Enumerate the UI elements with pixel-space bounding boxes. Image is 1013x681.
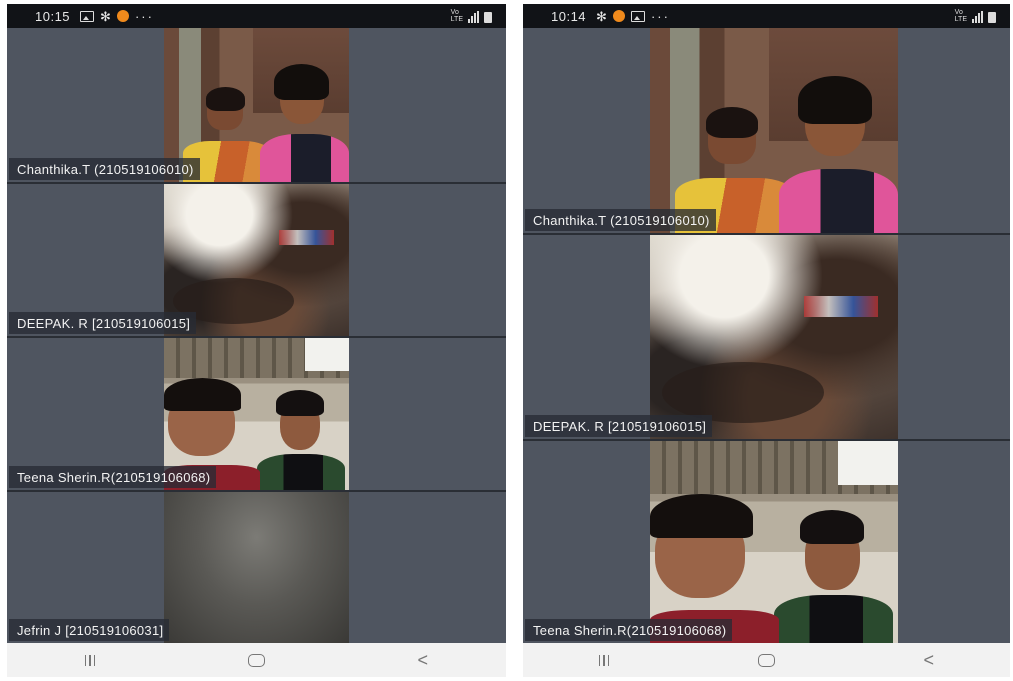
battery-icon [988, 12, 996, 23]
participant-tile[interactable]: Teena Sherin.R(210519106068) [523, 441, 1010, 643]
participant-name: DEEPAK. R [210519106015] [9, 312, 197, 334]
notification-dot-icon [116, 10, 129, 22]
back-button[interactable]: < [403, 648, 443, 672]
phone-screen-left: 10:15 ✻ ··· Vo LTE Chanthika.T (210519106… [7, 4, 506, 677]
lte-icon: Vo LTE [450, 9, 463, 23]
more-dots-icon: ··· [650, 8, 670, 24]
navigation-bar: < [523, 643, 1010, 677]
participant-name: Chanthika.T (210519106010) [525, 209, 716, 231]
phone-screen-right: 10:14 ✻ ··· Vo LTE Chanthika.T (210519106… [523, 4, 1010, 677]
status-bar: 10:14 ✻ ··· Vo LTE [523, 4, 1010, 28]
navigation-bar: < [7, 643, 506, 677]
lte-icon: Vo LTE [954, 9, 967, 23]
recent-apps-icon [598, 654, 610, 666]
fan-icon: ✻ [596, 8, 607, 24]
fan-icon: ✻ [100, 8, 111, 24]
back-icon: < [417, 650, 429, 670]
signal-icon [972, 11, 983, 23]
participant-name: Chanthika.T (210519106010) [9, 158, 200, 180]
home-button[interactable] [236, 648, 276, 672]
participant-name: Teena Sherin.R(210519106068) [525, 619, 733, 641]
home-icon [757, 653, 775, 667]
home-icon [247, 653, 265, 667]
participant-video [164, 492, 349, 643]
notification-dot-icon [612, 10, 625, 22]
recent-apps-button[interactable] [70, 648, 110, 672]
participant-video [650, 28, 898, 233]
status-time: 10:15 [35, 8, 71, 24]
more-dots-icon: ··· [134, 8, 154, 24]
participant-tile[interactable]: Chanthika.T (210519106010) [7, 28, 506, 184]
participant-tile[interactable]: Teena Sherin.R(210519106068) [7, 338, 506, 492]
signal-icon [468, 11, 479, 23]
recent-apps-button[interactable] [584, 648, 624, 672]
status-bar: 10:15 ✻ ··· Vo LTE [7, 4, 506, 28]
back-icon: < [923, 650, 935, 670]
participant-tile[interactable]: DEEPAK. R [210519106015] [7, 184, 506, 338]
participant-video [650, 441, 898, 643]
participant-tile[interactable]: Jefrin J [210519106031] [7, 492, 506, 643]
battery-icon [484, 12, 492, 23]
gallery-icon [630, 10, 645, 22]
recent-apps-icon [84, 654, 96, 666]
gallery-icon [80, 10, 95, 22]
participant-tile[interactable]: Chanthika.T (210519106010) [523, 28, 1010, 235]
back-button[interactable]: < [909, 648, 949, 672]
participant-name: Teena Sherin.R(210519106068) [9, 466, 217, 488]
participant-name: Jefrin J [210519106031] [9, 619, 170, 641]
participant-tile[interactable]: DEEPAK. R [210519106015] [523, 235, 1010, 441]
participant-name: DEEPAK. R [210519106015] [525, 415, 713, 437]
home-button[interactable] [746, 648, 786, 672]
participant-video [650, 235, 898, 439]
status-time: 10:14 [551, 8, 587, 24]
